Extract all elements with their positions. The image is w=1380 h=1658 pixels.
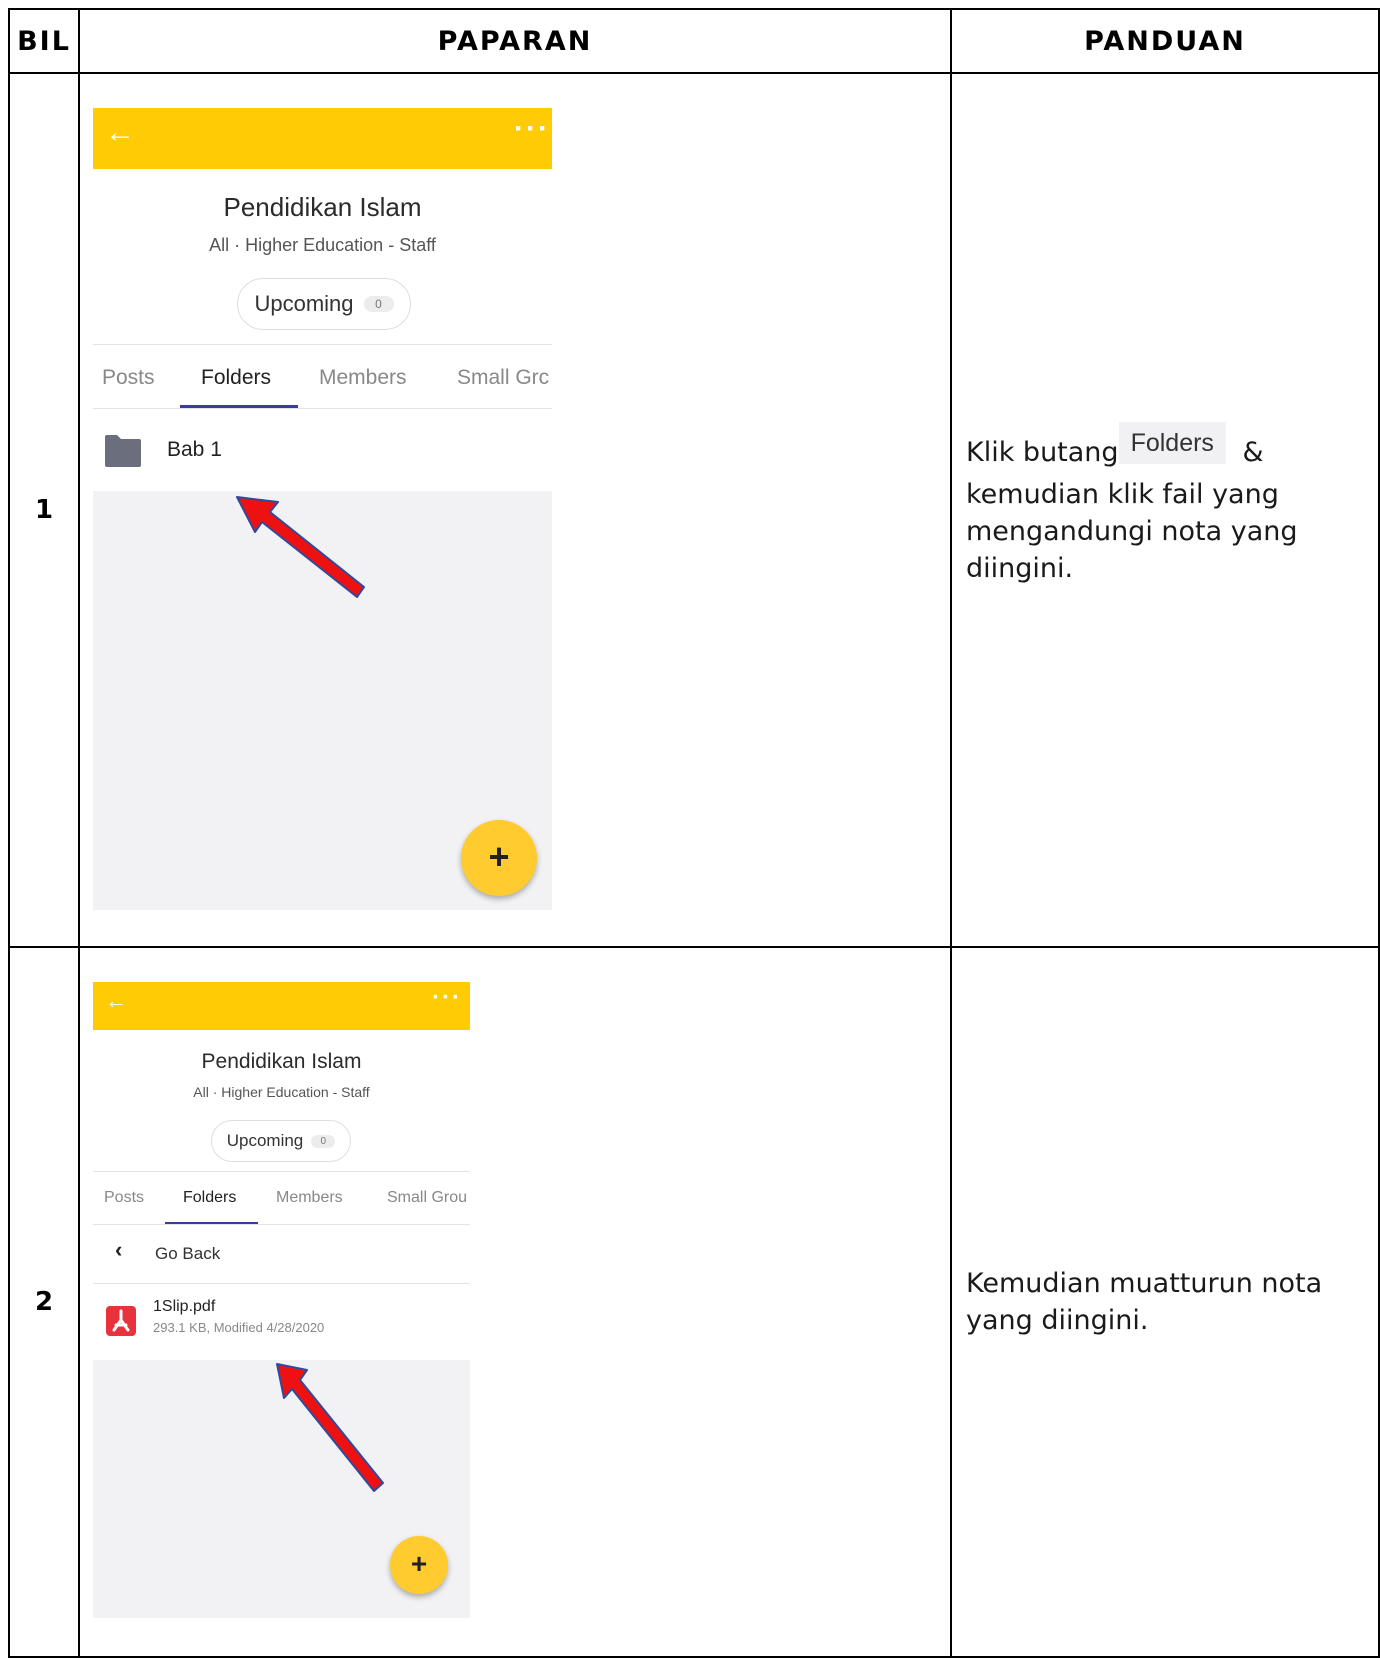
tab-bar: Posts Folders Members Small Grou <box>93 1172 470 1224</box>
tab-folders[interactable]: Folders <box>183 1189 236 1207</box>
upcoming-button[interactable]: Upcoming 0 <box>237 278 411 330</box>
top-bar: ← ··· <box>93 108 552 169</box>
instruction-text: & <box>1242 436 1264 468</box>
annotation-arrow-icon <box>236 496 365 598</box>
go-back-label: Go Back <box>155 1244 221 1263</box>
file-item[interactable]: 1Slip.pdf 293.1 KB, Modified 4/28/2020 <box>93 1284 470 1360</box>
instruction-text: Kemudian muatturun nota yang diingini. <box>966 1268 1323 1336</box>
file-meta: 293.1 KB, Modified 4/28/2020 <box>153 1320 325 1335</box>
guide-table: BIL PAPARAN PANDUAN 1 ← ··· Pendidikan I… <box>8 8 1380 1658</box>
step-number: 2 <box>8 946 80 1658</box>
tab-members[interactable]: Members <box>276 1189 343 1207</box>
group-name: Pendidikan Islam <box>223 192 422 222</box>
upcoming-label: Upcoming <box>226 1131 304 1150</box>
tab-members[interactable]: Members <box>319 366 407 390</box>
chevron-left-icon: ‹ <box>115 1237 123 1262</box>
group-name: Pendidikan Islam <box>201 1050 362 1073</box>
more-icon[interactable]: ··· <box>432 984 462 1012</box>
tab-bar: Posts Folders Members Small Grc <box>93 345 552 408</box>
folder-item[interactable]: Bab 1 <box>93 409 552 491</box>
back-arrow-icon[interactable]: ← <box>105 988 127 1014</box>
add-fab[interactable]: + <box>390 1536 448 1594</box>
instruction-cell: Klik butang Folders & kemudian klik fail … <box>950 72 1380 948</box>
plus-icon: + <box>488 836 510 877</box>
pdf-icon <box>106 1306 136 1336</box>
add-fab[interactable]: + <box>461 820 537 896</box>
phone-screen: ← ··· Pendidikan Islam All · Higher Educ… <box>93 982 470 1618</box>
tab-folders[interactable]: Folders <box>201 366 271 390</box>
group-subtitle: All · Higher Education - Staff <box>193 1084 370 1100</box>
screenshot-cell: ← ··· Pendidikan Islam All · Higher Educ… <box>78 946 952 1658</box>
step-number: 1 <box>8 72 80 948</box>
folder-icon <box>105 435 141 467</box>
screenshot-cell: ← ··· Pendidikan Islam All · Higher Educ… <box>78 72 952 948</box>
header-bil: BIL <box>8 8 80 74</box>
annotation-arrow-icon <box>276 1363 384 1492</box>
upcoming-count: 0 <box>311 1134 336 1148</box>
instruction-cell: Kemudian muatturun nota yang diingini. <box>950 946 1380 1658</box>
upcoming-button[interactable]: Upcoming 0 <box>211 1120 351 1162</box>
instruction-text: kemudian klik fail yang mengandungi nota… <box>966 478 1298 584</box>
step-row-1: 1 ← ··· Pendidikan Islam All · Higher Ed… <box>8 72 1380 948</box>
tab-small-groups[interactable]: Small Grc <box>457 366 549 390</box>
upcoming-label: Upcoming <box>254 291 354 316</box>
group-subtitle: All · Higher Education - Staff <box>209 235 436 255</box>
folder-name: Bab 1 <box>167 438 222 461</box>
tab-posts[interactable]: Posts <box>104 1189 144 1207</box>
tab-posts[interactable]: Posts <box>102 366 155 390</box>
more-icon[interactable]: ··· <box>514 112 550 146</box>
folders-chip: Folders <box>1118 421 1226 464</box>
instruction-text: Klik butang <box>966 436 1119 468</box>
step-row-2: 2 ← ··· Pendidikan Islam All · Higher Ed… <box>8 946 1380 1658</box>
file-name: 1Slip.pdf <box>153 1298 216 1315</box>
upcoming-count: 0 <box>363 296 394 312</box>
top-bar: ← ··· <box>93 982 470 1030</box>
plus-icon: + <box>410 1548 428 1579</box>
header-row: BIL PAPARAN PANDUAN <box>8 8 1380 74</box>
back-arrow-icon[interactable]: ← <box>105 116 135 150</box>
go-back-row[interactable]: ‹ Go Back <box>93 1225 470 1282</box>
header-paparan: PAPARAN <box>78 8 952 74</box>
tab-small-groups[interactable]: Small Grou <box>387 1189 467 1207</box>
header-panduan: PANDUAN <box>950 8 1380 74</box>
